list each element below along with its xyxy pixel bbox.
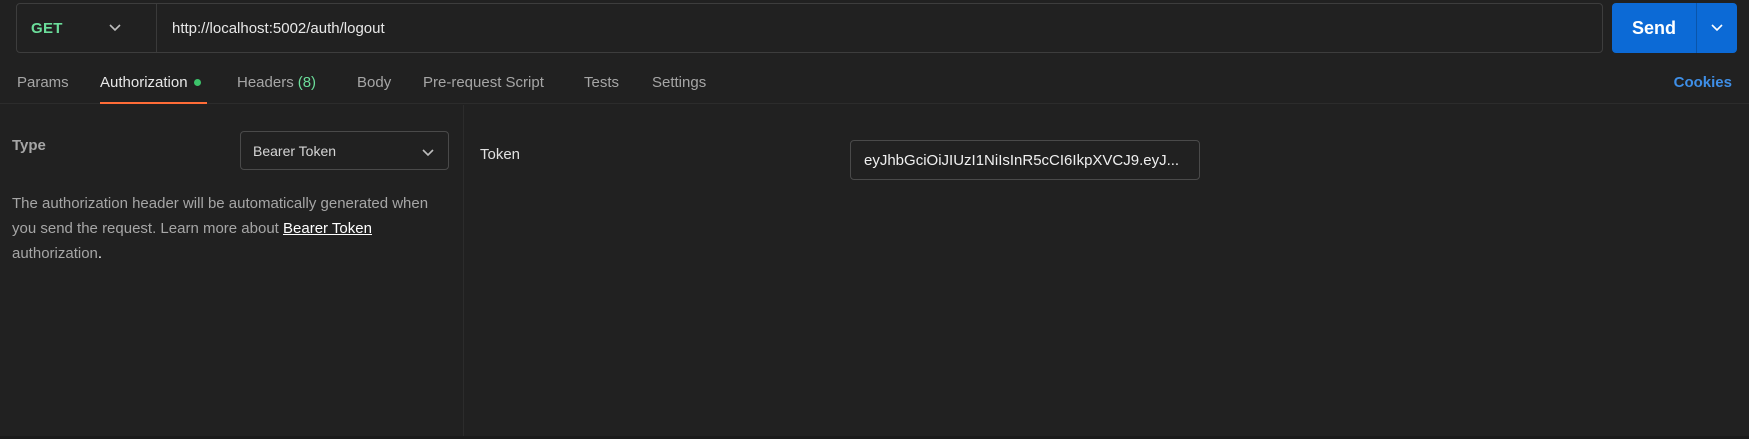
auth-type-pane: Type Bearer Token The authorization head… [0, 105, 464, 439]
url-bar: GET http://localhost:5002/auth/logout [16, 3, 1603, 53]
method-select[interactable]: GET [17, 4, 157, 52]
postman-request-panel: GET http://localhost:5002/auth/logout Se… [0, 0, 1749, 439]
tab-headers[interactable]: Headers (8) [237, 74, 316, 91]
tab-label: Tests [584, 74, 620, 91]
tab-pre-request-script[interactable]: Pre-request Script [423, 74, 544, 91]
send-button-group: Send [1612, 3, 1737, 53]
request-tabs: Params Authorization Headers (8) Body Pre… [0, 60, 1749, 104]
tab-label: Settings [652, 74, 707, 91]
chevron-down-icon [1711, 24, 1723, 32]
tab-params[interactable]: Params [17, 74, 69, 91]
headers-count: (8) [297, 74, 317, 91]
auth-type-select[interactable]: Bearer Token [240, 131, 449, 170]
token-label: Token [480, 146, 521, 163]
description-period: . [97, 245, 103, 262]
description-text-end: authorization [12, 245, 98, 262]
chevron-down-icon [422, 144, 434, 160]
send-options-button[interactable] [1697, 3, 1737, 53]
tab-tests[interactable]: Tests [584, 74, 619, 91]
tab-label: Headers [237, 74, 294, 91]
tab-label: Pre-request Script [423, 74, 544, 91]
bearer-token-link[interactable]: Bearer Token [283, 220, 372, 237]
auth-type-value: Bearer Token [253, 142, 337, 159]
tab-settings[interactable]: Settings [652, 74, 706, 91]
active-tab-indicator [100, 102, 207, 104]
token-input[interactable]: eyJhbGciOiJIUzI1NiIsInR5cCI6IkpXVCJ9.eyJ… [850, 140, 1200, 180]
type-label: Type [12, 137, 46, 154]
auth-description: The authorization header will be automat… [12, 191, 452, 266]
tab-authorization[interactable]: Authorization [100, 74, 201, 91]
url-input[interactable]: http://localhost:5002/auth/logout [157, 20, 385, 37]
tab-label: Params [17, 74, 69, 91]
status-dot-icon [193, 78, 201, 86]
send-button[interactable]: Send [1612, 3, 1697, 53]
cookies-link[interactable]: Cookies [1674, 74, 1732, 91]
token-value: eyJhbGciOiJIUzI1NiIsInR5cCI6IkpXVCJ9.eyJ… [864, 151, 1180, 169]
chevron-down-icon [109, 24, 121, 32]
tab-label: Body [357, 74, 392, 91]
tab-label: Authorization [100, 74, 188, 91]
tab-body[interactable]: Body [357, 74, 391, 91]
method-label: GET [31, 19, 63, 37]
